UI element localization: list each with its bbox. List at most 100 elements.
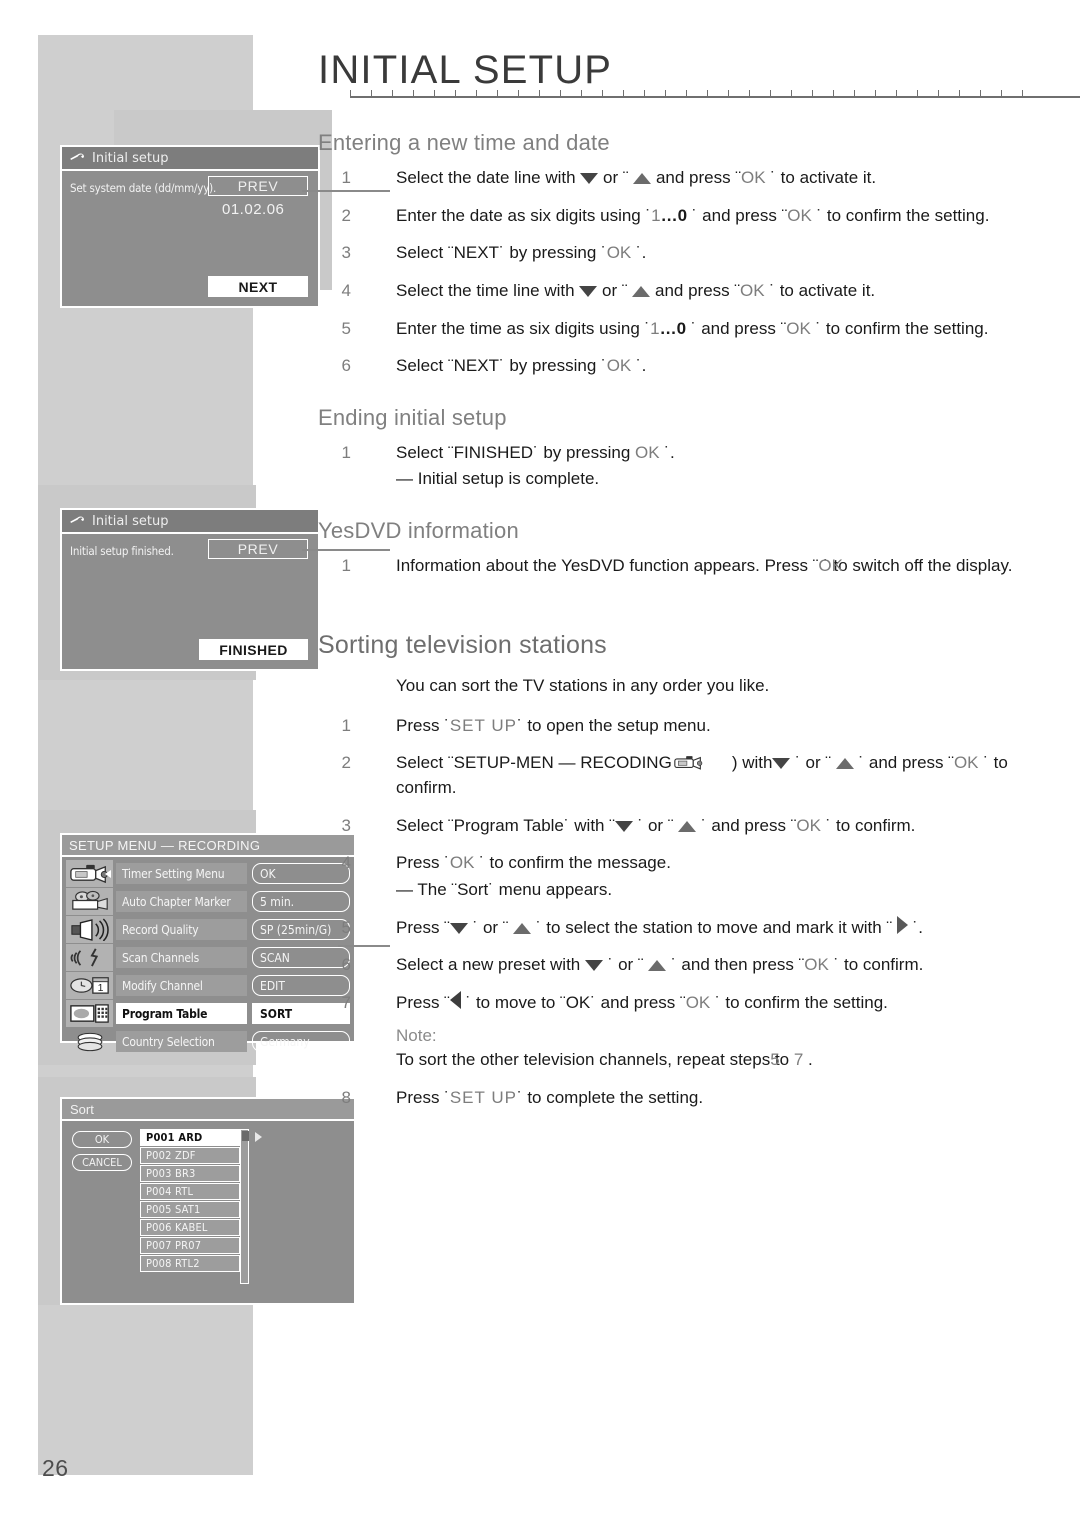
step-text: Press ¨ ˙ or ¨ ˙ to select the station t… [396,915,923,937]
setup-menu-row-label: Modify Channel [116,975,247,996]
step-item: 1 Select ¨FINISHED˙ by pressing OK ˙. — … [318,441,1038,492]
step-number: 6 [341,356,351,376]
step-number: 3 [341,815,351,835]
clock-calendar-icon: 1 [66,972,113,999]
heading-sorting-stations: Sorting television stations [318,630,607,659]
step-number: 8 [341,1087,351,1107]
arrow-up-icon [835,758,854,770]
setup-menu-row[interactable]: Auto Chapter Marker 5 min. [116,888,350,915]
screenshot-setup-finished: Initial setup Initial setup finished. PR… [38,480,338,680]
wrench-icon [69,514,85,528]
arrow-up-icon [678,820,697,832]
rule-tick [539,90,540,97]
step-number: 1 [341,168,351,187]
key-ok: OK [449,853,475,873]
step-text: Press ˙OK ˙ to confirm the message. [396,853,671,873]
step-number: 2 [341,205,351,225]
step-item: 6 Select a new preset with ˙ or ¨ ˙ and … [318,953,1038,978]
arrow-left-icon [449,990,461,1009]
step-number: 3 [341,243,351,263]
rule-tick [728,90,729,97]
setup-menu-row[interactable]: Timer Setting Menu OK [105,860,350,887]
antenna-icon [66,944,113,971]
channel-list-item[interactable]: P008 RTL2 [140,1255,240,1272]
key-ok: OK [787,205,812,225]
scrollbar-thumb[interactable] [242,1131,249,1141]
rule-tick [560,90,561,97]
step-number: 4 [341,853,351,873]
move-marker-icon [255,1132,262,1142]
finished-button[interactable]: FINISHED [199,639,308,660]
note-label: Note: [396,1025,437,1045]
channel-list-item[interactable]: P002 ZDF [140,1147,240,1164]
scrollbar[interactable] [240,1129,249,1284]
setup-menu-row-label: Program Table [116,1003,247,1024]
channel-list-item[interactable]: P006 KABEL [140,1219,240,1236]
setup-menu-row[interactable]: Program Table SORT [116,1000,350,1027]
step-number: 2 [341,753,351,773]
step-number: 5 [341,917,351,937]
step-item: 3 Select ¨Program Table˙ with ¨ ˙ or ¨ ˙… [318,814,1038,839]
rule-tick [392,90,393,97]
rule-tick [581,90,582,97]
sort-cancel-button[interactable]: CANCEL [72,1154,132,1171]
arrow-up-icon [648,960,667,972]
key-ok: OK [818,556,843,576]
key-setup: SET UP [449,1087,517,1107]
key-ok: OK [740,280,765,300]
channel-list-item[interactable]: P003 BR3 [140,1165,240,1182]
prev-button[interactable]: PREV [208,539,308,559]
step-item: 8 Press ˙SET UP˙ to complete the setting… [318,1086,1038,1111]
setup-menu-row[interactable]: Scan Channels SCAN [116,944,350,971]
step-item: 2 Select ¨SETUP-MEN — RECODING ) with ˙ … [318,751,1038,800]
arrow-down-icon [772,758,791,770]
step-text: Select a new preset with ˙ or ¨ ˙ and th… [396,955,924,975]
rule-tick [938,90,939,97]
setup-menu-row-label: Timer Setting Menu [116,863,247,884]
sort-ok-button[interactable]: OK [72,1131,132,1148]
arrow-down-icon [449,922,468,934]
prev-button[interactable]: PREV [208,176,308,196]
discs-icon [66,1028,113,1055]
setup-menu-row[interactable]: Country Selection Germany [116,1028,350,1055]
step-text: Select ¨Program Table˙ with ¨ ˙ or ¨ ˙ a… [396,815,916,835]
key-setup: SET UP [449,715,517,735]
rule-tick [350,90,351,97]
setup-menu-rows: Timer Setting Menu OK Auto Chapter Marker 5… [105,860,350,1056]
screenshot-date-setup: Initial setup Set system date (dd/mm/yy)… [38,35,338,325]
rule-tick [875,90,876,97]
step-item: 1 Information about the YesDVD function … [318,554,1038,579]
key-ok: OK [741,168,766,187]
next-button[interactable]: NEXT [208,276,308,297]
camcorder-icon [672,754,706,771]
steps-sorting: 1 Press ˙SET UP˙ to open the setup menu.… [318,714,1038,1111]
step-text: Select ¨SETUP-MEN — RECODING ) with ˙ or… [396,753,1008,798]
rule-tick [518,90,519,97]
page-header: INITIAL SETUP [318,48,1038,110]
setup-menu-row[interactable]: Record Quality SP (25min/G) [116,916,350,943]
rule-tick [896,90,897,97]
setup-menu-icon-column: 1 [66,860,113,1056]
rule-tick [644,90,645,97]
channel-list-item[interactable]: P004 RTL [140,1183,240,1200]
step-text: Press ¨ ˙ to move to ¨OK˙ and press ¨OK … [396,990,888,1012]
rule-tick [917,90,918,97]
rule-tick [371,90,372,97]
page-number: 26 [42,1455,69,1481]
steps-ending-setup: 1 Select ¨FINISHED˙ by pressing OK ˙. — … [318,441,1038,492]
remote-tv-icon [66,1000,113,1027]
channel-list-item[interactable]: P001 ARD [140,1129,240,1146]
step-item: 7 Press ¨ ˙ to move to ¨OK˙ and press ¨O… [318,990,1038,1073]
channel-list-item[interactable]: P007 PR07 [140,1237,240,1254]
key-ok: OK [685,992,711,1012]
rule-tick [854,90,855,97]
film-camera-icon [66,888,113,915]
rule-tick [770,90,771,97]
osd-initial-setup-date: Initial setup Set system date (dd/mm/yy)… [60,145,320,308]
step-item: 5 Enter the time as six digits using ˙1…… [318,317,1038,342]
setup-menu-row[interactable]: Modify Channel EDIT [116,972,350,999]
step-text: Information about the YesDVD function ap… [396,556,1013,576]
rule-tick [413,90,414,97]
channel-list-item[interactable]: P005 SAT1 [140,1201,240,1218]
key-ok: OK [796,815,821,835]
